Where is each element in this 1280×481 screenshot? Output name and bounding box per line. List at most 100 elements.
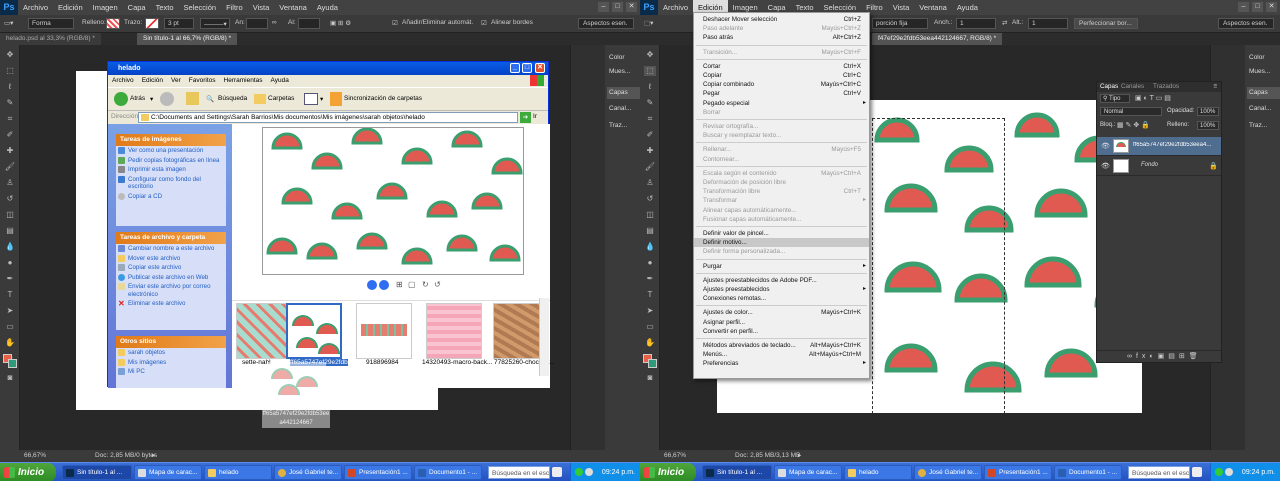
stroke-swatch[interactable] xyxy=(145,18,159,29)
zoom-level[interactable]: 66,67% xyxy=(24,450,46,462)
place-mi-pc[interactable]: Mi PC xyxy=(116,367,226,377)
eyedropper-tool-icon[interactable]: ✐ xyxy=(644,130,656,140)
go-button[interactable]: Ir xyxy=(533,113,537,120)
edit-menu-item[interactable]: Definir motivo... xyxy=(694,238,869,248)
tab-sin-titulo[interactable]: Sin título-1 al 66,7% (RGB/8) * xyxy=(137,33,238,45)
move-tool-icon[interactable]: ✥ xyxy=(4,50,16,60)
menu-imagen[interactable]: Imagen xyxy=(88,0,123,15)
pen-tool-icon[interactable]: ✒ xyxy=(644,274,656,284)
task-browser[interactable]: José Gabriel te... xyxy=(274,465,342,480)
other-places-header[interactable]: Otros sitios xyxy=(116,336,226,348)
explorer-minimize-button[interactable]: _ xyxy=(510,63,520,73)
background-color-swatch[interactable] xyxy=(8,359,17,368)
mode-select[interactable]: Forma xyxy=(28,18,74,29)
tab-helado[interactable]: helado.psd al 33,3% (RGB/8) * xyxy=(0,33,101,45)
explorer-menu-archivo[interactable]: Archivo xyxy=(108,75,138,86)
forward-arrow-icon[interactable] xyxy=(160,92,174,106)
tab-layers[interactable]: Capas xyxy=(1100,82,1118,92)
menu-seleccion[interactable]: Selección xyxy=(179,0,222,15)
history-brush-icon[interactable]: ↺ xyxy=(4,194,16,204)
gradient-tool-icon[interactable]: ▤ xyxy=(4,226,16,236)
previous-image-icon[interactable] xyxy=(367,280,377,290)
task-photoshop[interactable]: Sin título-1 al ... xyxy=(702,465,772,480)
explorer-title-bar[interactable]: helado _ □ ✕ xyxy=(108,62,548,75)
layer-row-pattern[interactable]: 👁 ff65a5747ef29e2fdb53eea4... xyxy=(1097,137,1221,156)
eraser-tool-icon[interactable]: ◫ xyxy=(4,210,16,220)
task-order-prints[interactable]: Pedir copias fotográficas en línea xyxy=(116,156,226,166)
menu-ventana[interactable]: Ventana xyxy=(914,0,952,15)
menu-texto[interactable]: Texto xyxy=(151,0,179,15)
status-arrow-icon[interactable]: ▸ xyxy=(152,450,155,462)
views-dropdown-icon[interactable]: ▾ xyxy=(320,95,323,103)
eraser-tool-icon[interactable]: ◫ xyxy=(644,210,656,220)
align-edges-checkbox[interactable]: ☑ xyxy=(481,19,487,27)
menu-archivo[interactable]: Archivo xyxy=(658,0,693,15)
type-tool-icon[interactable]: T xyxy=(4,290,16,300)
search-go-icon[interactable] xyxy=(1192,467,1202,477)
task-move[interactable]: Mover este archivo xyxy=(116,254,226,264)
back-dropdown-icon[interactable]: ▾ xyxy=(150,95,153,103)
tray-icon[interactable] xyxy=(1225,468,1233,476)
tab-paths[interactable]: Trazados xyxy=(1153,82,1179,92)
task-word[interactable]: Documento1 - ... xyxy=(414,465,482,480)
marquee-tool-icon[interactable]: ⬚ xyxy=(644,66,656,76)
gradient-tool-icon[interactable]: ▤ xyxy=(644,226,656,236)
edit-menu-item[interactable]: Pegado especial ▸ xyxy=(694,99,869,108)
task-browser[interactable]: José Gabriel te... xyxy=(914,465,982,480)
task-delete[interactable]: ✕ Eliminar este archivo xyxy=(116,299,226,309)
fill-field[interactable]: 100% xyxy=(1197,121,1219,130)
tab-channels[interactable]: Canales xyxy=(1121,82,1144,92)
taskbar-search-field[interactable]: Búsqueda en el escrito xyxy=(488,466,550,479)
shape-tool-icon[interactable]: ▭ xyxy=(644,322,656,332)
lock-icons[interactable]: ▦ ✎ ✥ 🔒 xyxy=(1117,121,1150,129)
refine-edge-button[interactable]: Perfeccionar bor... xyxy=(1074,18,1138,29)
edit-menu-item[interactable]: Copiar combinado Mayús+Ctrl+C xyxy=(694,80,869,89)
hand-tool-icon[interactable]: ✋ xyxy=(644,338,656,348)
dodge-tool-icon[interactable]: ● xyxy=(644,258,656,268)
actual-size-icon[interactable]: ▢ xyxy=(408,280,416,289)
brush-tool-icon[interactable]: 🖌 xyxy=(644,162,656,172)
task-charmap[interactable]: Mapa de carac... xyxy=(134,465,202,480)
image-preview[interactable] xyxy=(262,127,524,275)
menu-ventana[interactable]: Ventana xyxy=(274,0,312,15)
type-tool-icon[interactable]: T xyxy=(644,290,656,300)
crop-tool-icon[interactable]: ⌗ xyxy=(644,114,656,124)
style-select[interactable]: porción fija xyxy=(872,18,928,29)
blur-tool-icon[interactable]: 💧 xyxy=(4,242,16,252)
tab-document[interactable]: f47ef29e2fdb53eea442124667, RGB/8) * xyxy=(872,33,1003,45)
maximize-button[interactable]: □ xyxy=(612,2,623,12)
channels-panel-button[interactable]: Canal... xyxy=(1247,103,1271,115)
task-helado[interactable]: helado xyxy=(204,465,272,480)
quick-mask-icon[interactable]: ◙ xyxy=(4,373,16,383)
tool-preset-icon[interactable]: ▭▾ xyxy=(4,19,13,27)
menu-filtro[interactable]: Filtro xyxy=(221,0,248,15)
selection-marquee[interactable] xyxy=(872,118,1005,413)
workspace-select[interactable]: Aspectos esen. xyxy=(578,18,634,29)
layer-name[interactable]: Fondo xyxy=(1141,162,1158,168)
edit-menu-item[interactable]: Preferencias ▸ xyxy=(694,359,869,368)
task-set-wallpaper[interactable]: Configurar como fondo del escritorio xyxy=(116,175,226,192)
stamp-tool-icon[interactable]: ♙ xyxy=(644,178,656,188)
color-panel-button[interactable]: Color xyxy=(607,52,625,64)
blur-tool-icon[interactable]: 💧 xyxy=(644,242,656,252)
visibility-eye-icon[interactable]: 👁 xyxy=(1101,142,1110,150)
task-publish[interactable]: Publicar este archivo en Web xyxy=(116,273,226,283)
width-field[interactable]: 1 xyxy=(956,18,996,29)
layer-name[interactable]: ff65a5747ef29e2fdb53eea4... xyxy=(1133,142,1219,148)
tray-icon[interactable] xyxy=(585,468,593,476)
explorer-menu-herramientas[interactable]: Herramientas xyxy=(220,75,267,86)
fill-swatch[interactable] xyxy=(106,18,120,29)
sync-button[interactable]: Sincronización de carpetas xyxy=(344,95,422,102)
filmstrip-scrollbar[interactable] xyxy=(539,298,549,376)
menu-ayuda[interactable]: Ayuda xyxy=(952,0,983,15)
explorer-close-button[interactable]: ✕ xyxy=(535,63,545,73)
task-copy-cd[interactable]: Copiar a CD xyxy=(116,192,226,202)
minimize-button[interactable]: – xyxy=(1238,2,1249,12)
file-tasks-header[interactable]: Tareas de archivo y carpeta xyxy=(116,232,226,244)
thumb-selected[interactable] xyxy=(286,303,342,359)
tray-icon[interactable] xyxy=(1215,468,1223,476)
shape-tool-icon[interactable]: ▭ xyxy=(4,322,16,332)
taskbar-search-field[interactable]: Búsqueda en el escrito xyxy=(1128,466,1190,479)
task-powerpoint[interactable]: Presentación1 ... xyxy=(344,465,412,480)
up-folder-icon[interactable] xyxy=(186,92,199,105)
